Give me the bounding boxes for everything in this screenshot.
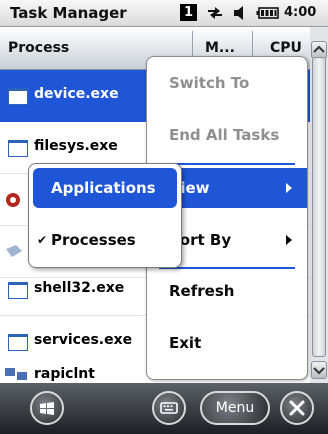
- process-network-icon: [5, 368, 27, 380]
- submenu-item-processes[interactable]: ✔ Processes: [33, 220, 177, 260]
- connectivity-icon[interactable]: [206, 5, 224, 21]
- menu-item-end-all-tasks[interactable]: End All Tasks: [147, 115, 307, 155]
- process-name: shell32.exe: [34, 280, 125, 296]
- close-icon: [289, 400, 305, 416]
- chevron-down-icon: [313, 367, 325, 375]
- process-file-icon: [8, 88, 28, 105]
- process-name: device.exe: [34, 86, 119, 102]
- submenu-item-applications[interactable]: Applications: [33, 168, 177, 208]
- menu-softkey-button[interactable]: Menu: [200, 391, 270, 425]
- menu-item-refresh[interactable]: Refresh: [147, 271, 307, 311]
- process-file-icon: [8, 140, 28, 157]
- process-file-icon: [8, 282, 28, 299]
- menu-item-label: Switch To: [169, 74, 250, 92]
- close-button[interactable]: [280, 391, 314, 425]
- scroll-thumb[interactable]: [312, 57, 326, 357]
- vertical-scrollbar[interactable]: [310, 27, 328, 383]
- process-name: rapiclnt: [34, 366, 95, 382]
- checkmark-icon: ✔: [37, 233, 48, 247]
- submenu-item-label: Applications: [51, 179, 156, 197]
- menu-item-label: Exit: [169, 334, 202, 352]
- menu-item-label: Refresh: [169, 282, 235, 300]
- keyboard-button[interactable]: [152, 391, 186, 425]
- column-process[interactable]: Process: [8, 27, 69, 69]
- chevron-up-icon: [313, 45, 325, 53]
- volume-icon[interactable]: [232, 5, 250, 21]
- scroll-down-button[interactable]: [311, 361, 327, 379]
- view-submenu: Applications ✔ Processes: [28, 163, 182, 268]
- process-gear-icon: [6, 193, 20, 207]
- windows-start-button[interactable]: [30, 391, 64, 425]
- clock[interactable]: 4:00: [284, 5, 316, 20]
- windows-logo-icon: [40, 402, 54, 415]
- menu-item-label: End All Tasks: [169, 126, 280, 144]
- menu-item-exit[interactable]: Exit: [147, 323, 307, 363]
- process-file-icon: [8, 334, 28, 351]
- submenu-arrow-icon: [286, 235, 292, 245]
- menu-separator: [159, 267, 295, 269]
- app-title: Task Manager: [10, 4, 127, 22]
- keyboard-icon: [160, 402, 178, 414]
- menu-item-switch-to[interactable]: Switch To: [147, 63, 307, 103]
- process-name: filesys.exe: [34, 138, 118, 154]
- battery-icon[interactable]: [256, 5, 280, 21]
- process-name: services.exe: [34, 332, 133, 348]
- process-shield-icon: [6, 245, 22, 257]
- submenu-item-label: Processes: [51, 231, 136, 249]
- notification-badge[interactable]: 1: [180, 4, 197, 21]
- submenu-arrow-icon: [286, 183, 292, 193]
- status-bar: Task Manager 1 4:00: [0, 0, 328, 27]
